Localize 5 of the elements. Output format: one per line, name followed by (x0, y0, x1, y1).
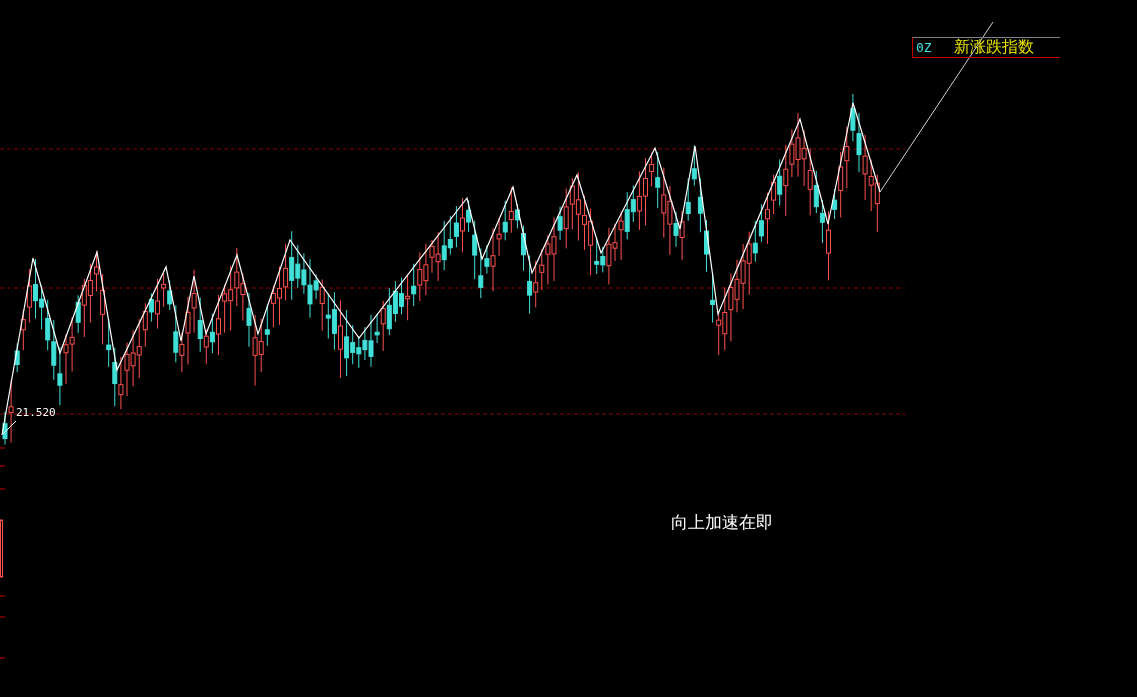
indicator-code: 0Z (916, 40, 932, 55)
chart-caption: 向上加速在即 (671, 511, 773, 534)
price-label: 21.520 (16, 406, 56, 419)
leader-line (2, 420, 17, 435)
indicator-name: 新涨跌指数 (953, 37, 1034, 58)
